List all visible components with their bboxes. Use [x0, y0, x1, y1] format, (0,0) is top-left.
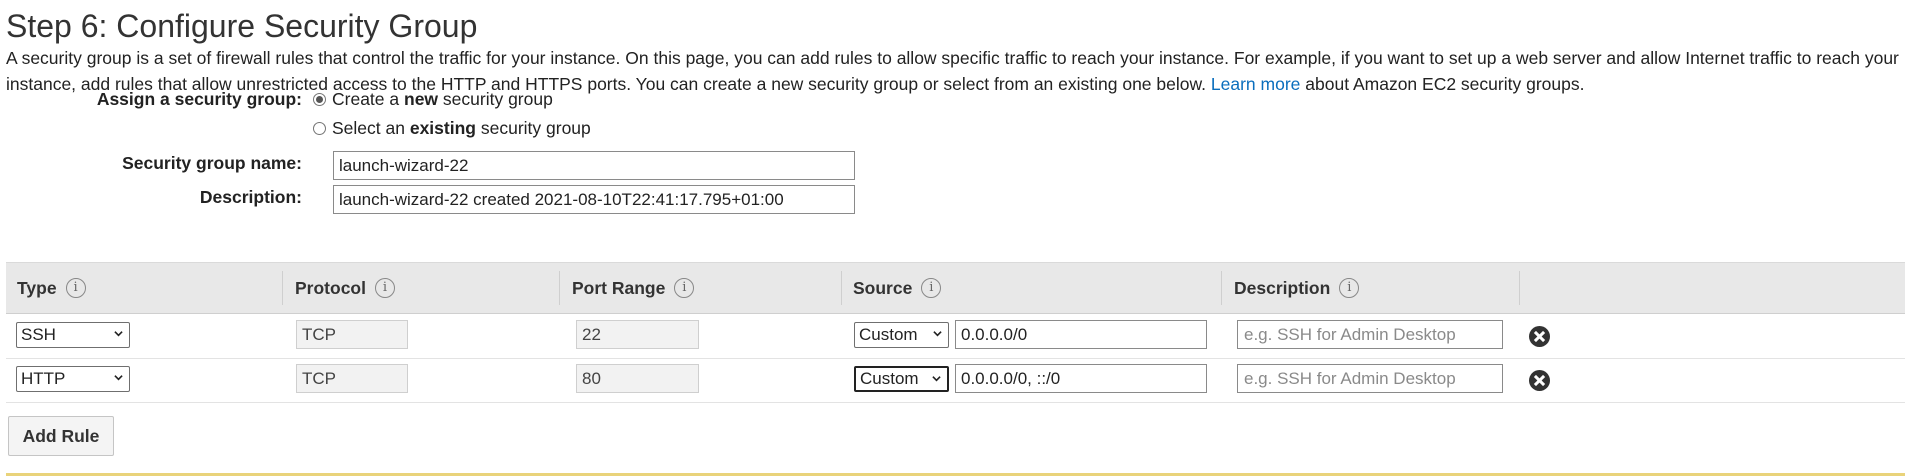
type-select[interactable]: SSH	[16, 322, 130, 348]
info-icon[interactable]: i	[921, 278, 942, 298]
protocol-field: TCP	[296, 320, 408, 349]
learn-more-link[interactable]: Learn more	[1211, 74, 1301, 94]
info-icon[interactable]: i	[374, 278, 395, 298]
radio-label-pre: Select an	[332, 118, 405, 138]
column-header-protocol[interactable]: Protocol i	[295, 263, 395, 313]
page-title: Step 6: Configure Security Group	[6, 8, 478, 44]
description-label: Description:	[199, 187, 302, 207]
column-header-source[interactable]: Source i	[853, 263, 942, 313]
column-label: Protocol	[295, 277, 366, 298]
remove-rule-icon[interactable]	[1529, 370, 1550, 391]
select-value: Custom	[860, 369, 919, 388]
rule-description-input[interactable]	[1237, 320, 1503, 349]
column-header-port-range[interactable]: Port Range i	[572, 263, 695, 313]
column-header-description[interactable]: Description i	[1234, 263, 1360, 313]
radio-button-checked[interactable]	[313, 93, 326, 106]
column-label: Type	[17, 277, 57, 298]
column-divider	[282, 271, 283, 305]
radio-label-post: security group	[480, 118, 591, 138]
source-select[interactable]: Custom	[854, 366, 949, 392]
group-name-label: Security group name:	[122, 153, 302, 173]
select-value: SSH	[21, 325, 56, 344]
chevron-down-icon	[114, 331, 123, 337]
column-label: Port Range	[572, 277, 666, 298]
source-cidr-input[interactable]: 0.0.0.0/0, ::/0	[955, 364, 1207, 393]
rule-description-input[interactable]	[1237, 364, 1503, 393]
column-divider	[1519, 271, 1520, 305]
select-value: Custom	[859, 325, 918, 344]
table-row: SSH TCP 22 Custom 0.0.0.0/0	[6, 315, 1905, 359]
protocol-field: TCP	[296, 364, 408, 393]
description-input[interactable]	[333, 185, 855, 214]
rules-table-header: Type i Protocol i Port Range i Source i …	[6, 262, 1905, 314]
info-icon[interactable]: i	[65, 278, 86, 298]
column-header-type[interactable]: Type i	[17, 263, 86, 313]
port-range-field: 22	[576, 320, 699, 349]
source-cidr-input[interactable]: 0.0.0.0/0	[955, 320, 1207, 349]
radio-create-new-group[interactable]: Create a new security group	[313, 89, 553, 110]
radio-label-bold: existing	[409, 118, 476, 138]
radio-label-pre: Create a	[332, 89, 400, 109]
column-label: Description	[1234, 277, 1331, 298]
select-value: HTTP	[21, 369, 66, 388]
radio-label-post: security group	[442, 89, 553, 109]
chevron-down-icon	[114, 375, 123, 381]
assign-group-label: Assign a security group:	[96, 89, 302, 109]
radio-select-existing-group[interactable]: Select an existing security group	[313, 118, 591, 139]
column-divider	[1221, 271, 1222, 305]
source-select[interactable]: Custom	[854, 322, 949, 348]
info-icon[interactable]: i	[1339, 278, 1360, 298]
remove-rule-icon[interactable]	[1529, 326, 1550, 347]
add-rule-button[interactable]: Add Rule	[8, 416, 114, 456]
group-name-input[interactable]	[333, 151, 855, 180]
chevron-down-icon	[932, 376, 941, 382]
port-range-field: 80	[576, 364, 699, 393]
column-divider	[841, 271, 842, 305]
radio-label-bold: new	[404, 89, 439, 109]
table-row: HTTP TCP 80 Custom 0.0.0.0/0, ::/0	[6, 359, 1905, 403]
column-divider	[559, 271, 560, 305]
info-icon[interactable]: i	[674, 278, 695, 298]
intro-suffix: about Amazon EC2 security groups.	[1305, 74, 1585, 94]
radio-button-unchecked[interactable]	[313, 122, 326, 135]
chevron-down-icon	[933, 331, 942, 337]
type-select[interactable]: HTTP	[16, 366, 130, 392]
column-label: Source	[853, 277, 913, 298]
intro-text: A security group is a set of firewall ru…	[6, 48, 1899, 94]
